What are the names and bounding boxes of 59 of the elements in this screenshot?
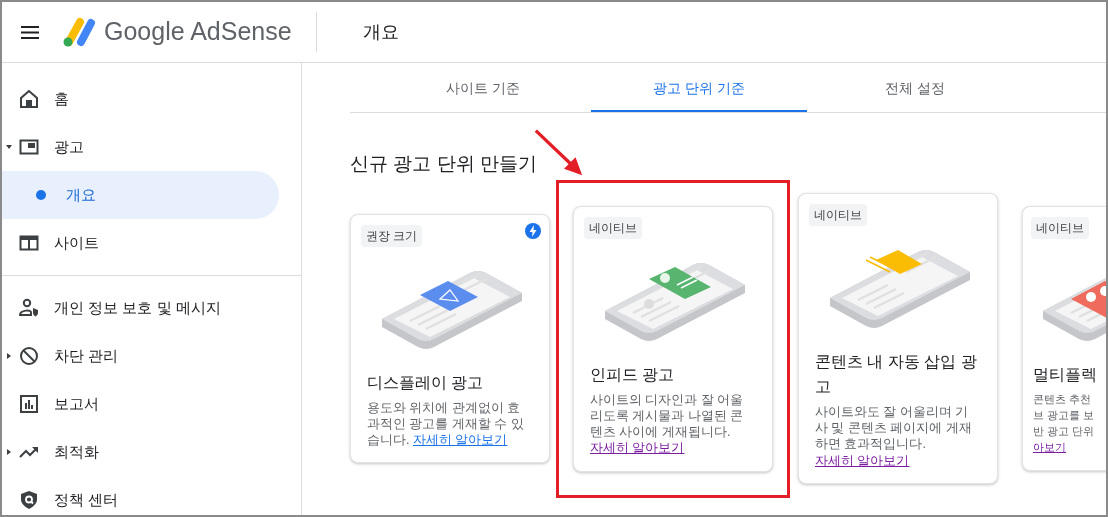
nav-item-background[interactable]: 보고서 (2, 380, 279, 428)
ad-type-card[interactable]: 네이티브 인피드 광고 사이트의 디자인과 잘 어울리도록 게시물과 나열된 콘텐츠 사이에 게재됩니다. 자세히 알아보기 (573, 205, 773, 472)
nav-item[interactable]: 정책 센터 (54, 488, 119, 512)
nav-item[interactable]: 차단 관리 (54, 344, 119, 368)
card-description: 사이트의 디자인과 잘 어울리도록 게시물과 나열된 콘텐츠 사이에 게재됩니다. 자세히 알아보기 (590, 391, 745, 457)
selected-dot-icon (36, 190, 46, 200)
caret-icon[interactable] (6, 143, 12, 151)
card-description: 콘텐츠 추천 (1033, 392, 1093, 408)
home-icon (19, 89, 39, 109)
learn-more-link[interactable]: 자세히 알아보기 (590, 441, 685, 456)
ad-type-card[interactable]: 권장 크기 디스플레이 광고 용도와 위치에 관계없이 효과적인 광고를 게재할 수 있습니다. 자세히 알아보기 (350, 213, 550, 464)
caret-icon[interactable] (6, 352, 12, 360)
learn-more-link[interactable]: 자세히 알아보기 (815, 453, 910, 468)
ad-unit-icon (19, 137, 39, 157)
ad-type-card[interactable]: 네이티브 멀티플렉 콘텐츠 추천 브 광고를 보 반 광고 단위 아보기 (1022, 206, 1106, 471)
learn-more-link[interactable]: 아보기 (1033, 441, 1066, 454)
user-shield-icon (19, 298, 39, 318)
annotation-arrow (534, 129, 584, 177)
bar-chart-icon (19, 394, 39, 414)
menu-icon[interactable] (21, 25, 39, 39)
card-description: 용도와 위치에 관계없이 효과적인 광고를 게재할 수 있습니다. 자세히 알아보기 (367, 399, 525, 449)
tag-label: 권장 크기 (361, 224, 423, 247)
nav-item-background[interactable]: 개요 (2, 171, 279, 219)
nav-item[interactable]: 홈 (54, 87, 69, 111)
product-name: Google AdSense (104, 16, 292, 48)
nav-item-background[interactable]: 차단 관리 (2, 332, 279, 380)
nav-item[interactable]: 보고서 (54, 392, 99, 416)
tag-label: 네이티브 (584, 216, 642, 239)
nav-item-background[interactable]: 광고 (2, 123, 279, 171)
card-title: 디스플레이 광고 (367, 372, 485, 393)
card-description: 사이트와도 잘 어울리며 기사 및 콘텐츠 페이지에 게재하면 효과적입니다. 자세히 알아보기 (815, 404, 973, 469)
shield-search-icon (19, 490, 39, 510)
card-description: 브 광고를 보 (1033, 408, 1096, 424)
logo-icon (62, 17, 96, 47)
tag-label: 네이티브 (809, 204, 867, 227)
nav-item-background[interactable]: 최적화 (2, 428, 279, 476)
page-title: 개요 (362, 20, 399, 44)
nav-item[interactable]: 사이트 (54, 231, 99, 255)
nav-item-background[interactable]: 홈 (2, 75, 279, 123)
tab[interactable]: 전체 설정 (807, 66, 1023, 112)
ad-type-card[interactable]: 네이티브 콘텐츠 내 자동 삽입 광고 사이트와도 잘 어울리며 기사 및 콘텐츠 페이지에 게재하면 효과적입니다. 자세히 알아보기 (798, 193, 998, 484)
caret-icon[interactable] (6, 448, 12, 456)
site-layout-icon (19, 233, 39, 253)
card-title: 콘텐츠 내 자동 삽입 광고 (815, 352, 978, 398)
tag-label: 네이티브 (1031, 217, 1089, 240)
nav-item-background[interactable]: 사이트 (2, 219, 279, 267)
nav-item[interactable]: 개인 정보 보호 및 메시지 (54, 296, 221, 320)
card-description: 반 광고 단위 (1033, 424, 1096, 440)
nav-item-background[interactable]: 정책 센터 (2, 476, 279, 515)
card-title: 인피드 광고 (590, 364, 676, 385)
learn-more-link[interactable]: 자세히 알아보기 (412, 433, 508, 448)
section-heading: 신규 광고 단위 만들기 (350, 153, 538, 176)
tab[interactable]: 광고 단위 기준 (591, 66, 807, 112)
nav-item[interactable]: 개요 (66, 183, 96, 207)
block-icon (19, 346, 39, 366)
nav-item[interactable]: 광고 (54, 135, 84, 159)
nav-item[interactable]: 최적화 (54, 440, 99, 464)
tab[interactable]: 사이트 기준 (375, 66, 591, 112)
nav-item-background[interactable]: 개인 정보 보호 및 메시지 (2, 284, 279, 332)
